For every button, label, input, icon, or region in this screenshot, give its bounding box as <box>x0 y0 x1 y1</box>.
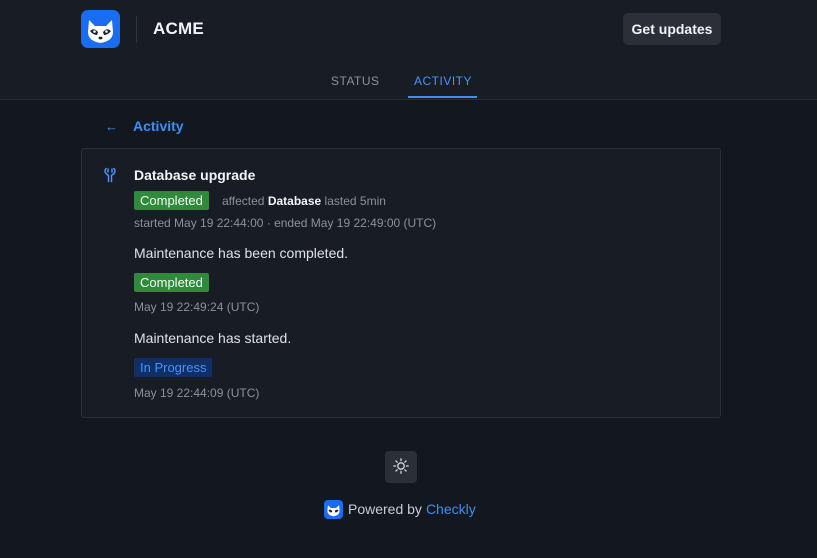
checkly-link[interactable]: Checkly <box>426 501 476 517</box>
active-tab-indicator <box>408 96 477 98</box>
tab-activity[interactable]: ACTIVITY <box>414 74 472 88</box>
update-text: Maintenance has started. <box>134 330 292 346</box>
incident-times: started May 19 22:44:00 · ended May 19 2… <box>134 216 437 230</box>
brand-name[interactable]: ACME <box>153 19 204 39</box>
theme-toggle-button[interactable] <box>385 451 417 483</box>
acme-logo-icon[interactable] <box>81 10 120 48</box>
wrench-icon <box>103 167 117 183</box>
incident-title[interactable]: Database upgrade <box>134 167 255 183</box>
incident-duration: lasted 5min <box>324 194 386 208</box>
header: ACME Get updates STATUS ACTIVITY <box>0 0 817 100</box>
sun-icon <box>393 457 409 477</box>
update-timestamp: May 19 22:49:24 (UTC) <box>134 300 260 314</box>
get-updates-button[interactable]: Get updates <box>623 13 721 45</box>
powered-by-text: Powered by <box>348 501 422 517</box>
checkly-logo-icon <box>324 499 343 519</box>
arrow-left-icon: ← <box>105 118 118 134</box>
incident-meta: affected Database lasted 5min <box>222 194 386 208</box>
update-timestamp: May 19 22:44:09 (UTC) <box>134 386 260 400</box>
update-status-badge: In Progress <box>134 358 213 377</box>
back-to-activity-link[interactable]: ← Activity <box>105 118 184 134</box>
update-status-badge: Completed <box>134 273 209 292</box>
footer: Powered by Checkly <box>324 499 476 519</box>
tab-status[interactable]: STATUS <box>331 74 380 88</box>
affected-prefix: affected <box>222 194 265 208</box>
header-divider <box>136 16 137 43</box>
back-link-label: Activity <box>133 118 184 134</box>
incident-status-badge: Completed <box>134 191 209 210</box>
update-text: Maintenance has been completed. <box>134 245 349 261</box>
affected-component: Database <box>267 194 322 208</box>
